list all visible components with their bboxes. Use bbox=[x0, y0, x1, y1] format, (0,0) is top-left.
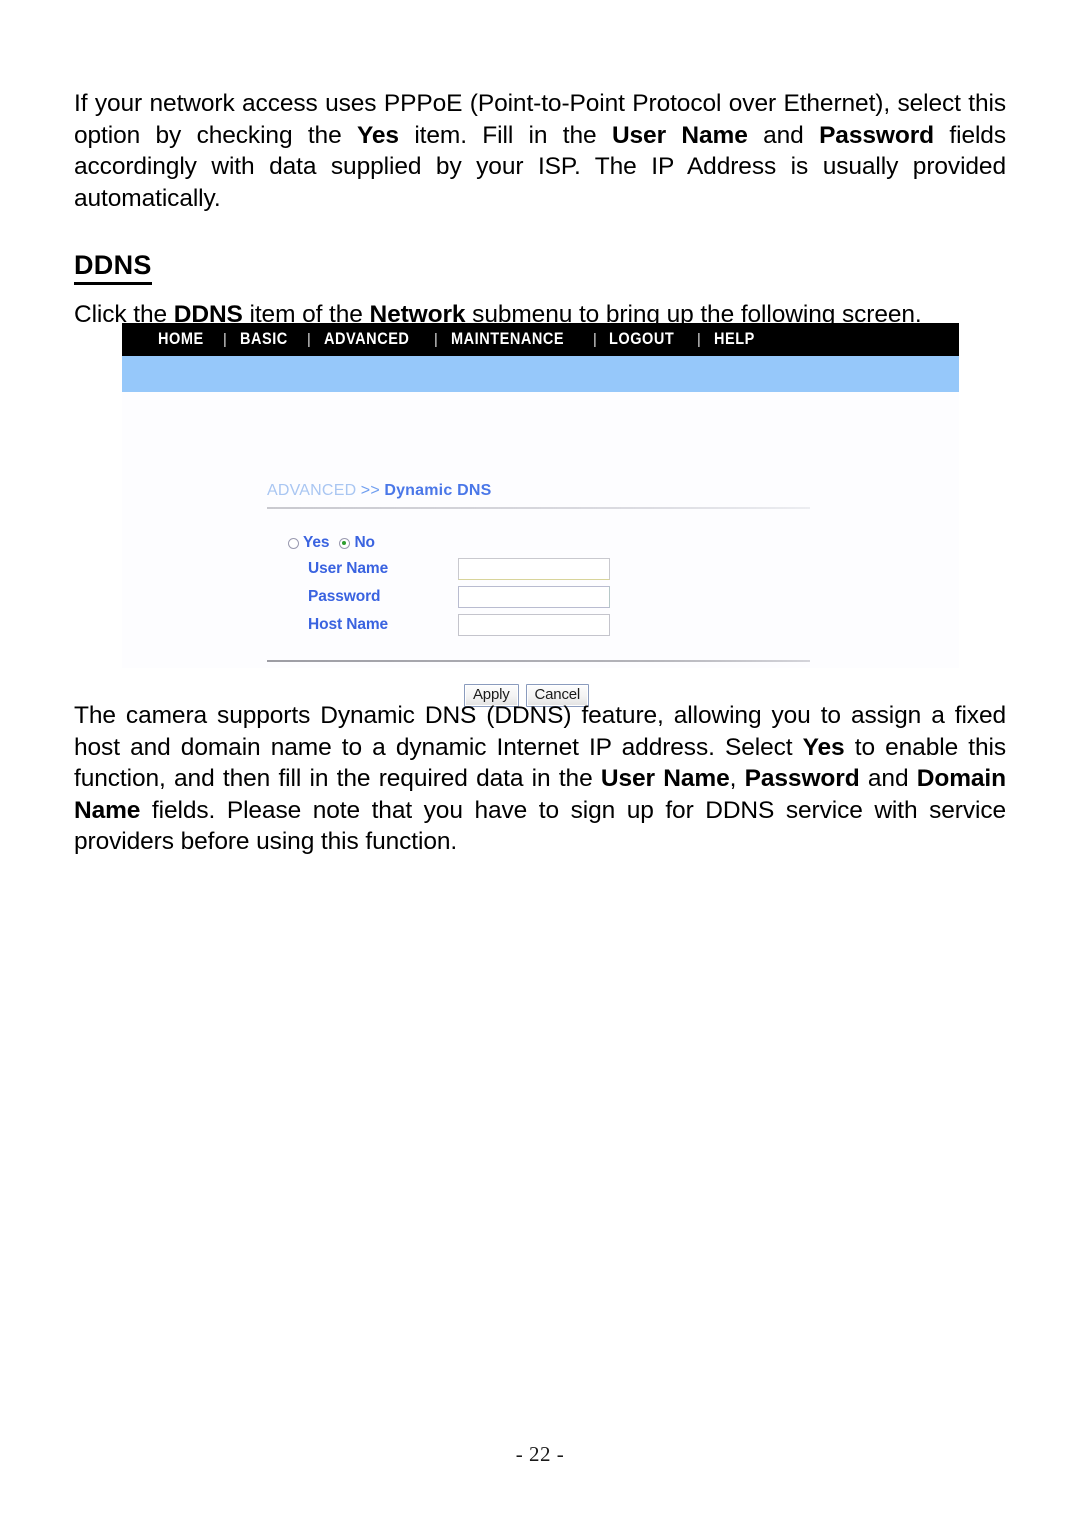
body-text: , bbox=[729, 765, 745, 792]
breadcrumb-current: Dynamic DNS bbox=[384, 482, 492, 499]
field-label-password: Password bbox=[308, 588, 381, 605]
emphasis-text: Yes bbox=[802, 733, 845, 761]
radio-option-no[interactable]: No bbox=[339, 534, 375, 552]
screenshot-content: ADVANCED >> Dynamic DNS Yes No Apply Cance… bbox=[122, 392, 959, 707]
breadcrumb-separator-icon: >> bbox=[360, 482, 380, 499]
separator-bottom bbox=[267, 660, 810, 662]
breadcrumb-parent[interactable]: ADVANCED bbox=[267, 482, 356, 499]
page-number-footer: - 22 - bbox=[515, 1442, 565, 1466]
page-title-ddns: DDNS bbox=[74, 248, 152, 285]
body-text: and bbox=[747, 121, 820, 149]
emphasis-text: Yes bbox=[356, 121, 399, 149]
nav-item-maintenance[interactable]: MAINTENANCE bbox=[451, 330, 564, 349]
screenshot-blue-band bbox=[122, 356, 959, 392]
field-label-host-name: Host Name bbox=[308, 616, 389, 633]
separator-top bbox=[267, 507, 810, 509]
radio-button-icon[interactable] bbox=[339, 537, 351, 549]
field-row: Password bbox=[308, 586, 768, 608]
ddns-heading-wrap: DDNS bbox=[74, 248, 1006, 285]
enable-radio-group: Yes No bbox=[288, 534, 385, 552]
nav-item-logout[interactable]: LOGOUT bbox=[609, 330, 674, 349]
nav-separator: | bbox=[434, 331, 438, 348]
emphasis-text: Password bbox=[819, 121, 935, 149]
password-input[interactable] bbox=[458, 586, 610, 608]
radio-option-yes[interactable]: Yes bbox=[288, 534, 330, 552]
emphasis-text: Password bbox=[744, 765, 860, 792]
document-page: If your network access uses PPPoE (Point… bbox=[0, 0, 1080, 1528]
field-label-user-name: User Name bbox=[308, 560, 389, 577]
body-text: and bbox=[859, 765, 917, 792]
emphasis-text: User Name bbox=[600, 765, 730, 792]
nav-item-home[interactable]: HOME bbox=[158, 330, 204, 349]
body-text: fields. Please note that you have to sig… bbox=[74, 796, 1006, 856]
document-body-lower: The camera supports Dynamic DNS (DDNS) f… bbox=[74, 700, 1006, 858]
emphasis-text: User Name bbox=[611, 121, 748, 149]
radio-label: No bbox=[354, 534, 375, 551]
nav-separator: | bbox=[307, 331, 311, 348]
nav-separator: | bbox=[696, 331, 701, 348]
embedded-screenshot: HOME | BASIC | ADVANCED | MAINTENANCE | LOGOUT | H… bbox=[122, 323, 959, 707]
nav-separator: | bbox=[223, 331, 227, 348]
field-row: User Name bbox=[308, 558, 768, 580]
nav-item-basic[interactable]: BASIC bbox=[240, 330, 288, 349]
document-body: If your network access uses PPPoE (Point… bbox=[74, 88, 1006, 331]
breadcrumb: ADVANCED >> Dynamic DNS bbox=[267, 482, 491, 500]
screenshot-navbar: HOME | BASIC | ADVANCED | MAINTENANCE | LOGOUT | H… bbox=[122, 323, 959, 356]
user-name-input[interactable] bbox=[458, 558, 610, 580]
radio-button-icon[interactable] bbox=[288, 537, 299, 549]
nav-separator: | bbox=[592, 331, 597, 348]
nav-item-help[interactable]: HELP bbox=[714, 330, 755, 349]
nav-item-advanced[interactable]: ADVANCED bbox=[324, 330, 409, 349]
paragraph-pppoe: If your network access uses PPPoE (Point… bbox=[74, 88, 1006, 214]
host-name-input[interactable] bbox=[458, 614, 610, 636]
field-row: Host Name bbox=[308, 614, 768, 636]
body-text: item. Fill in the bbox=[398, 121, 612, 149]
radio-label: Yes bbox=[303, 534, 330, 551]
paragraph-ddns-description: The camera supports Dynamic DNS (DDNS) f… bbox=[74, 700, 1006, 858]
